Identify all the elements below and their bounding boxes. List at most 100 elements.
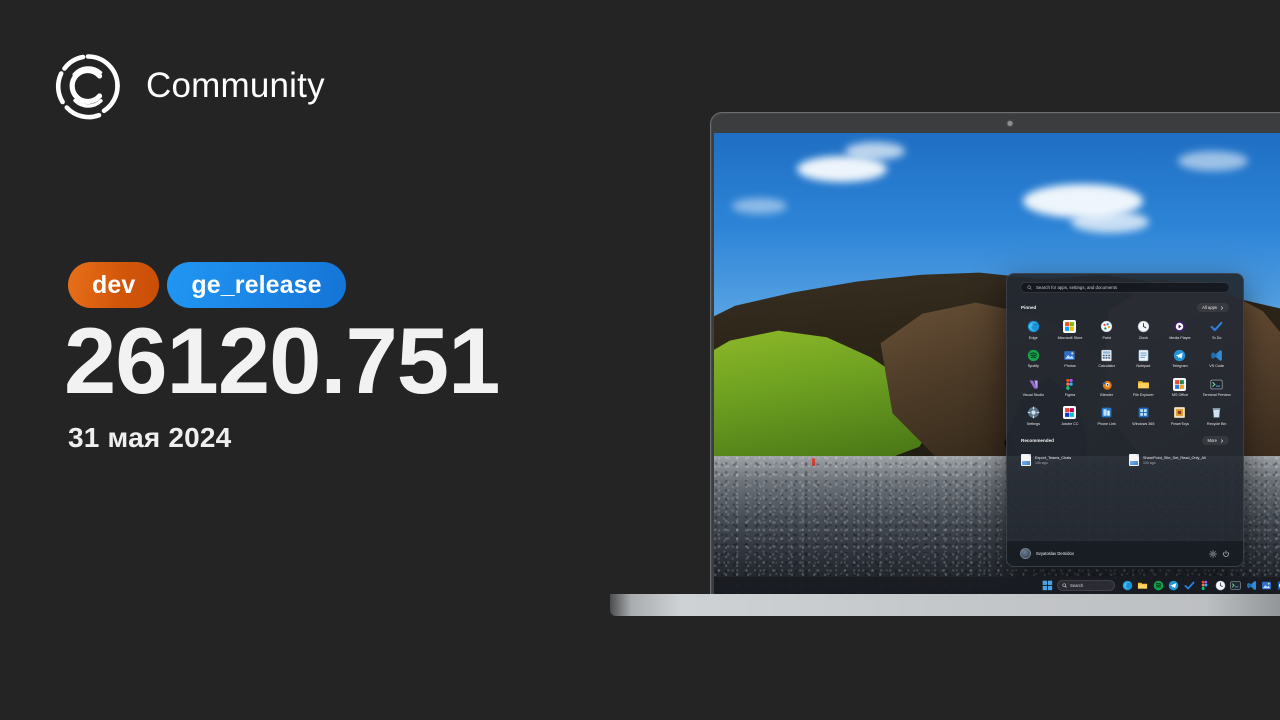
taskbar-outlook-icon[interactable] <box>1277 580 1280 591</box>
pinned-app-adobe-cc[interactable]: Adobe CC <box>1052 404 1089 428</box>
taskbar-to-do-icon[interactable] <box>1183 580 1195 591</box>
pinned-app-clock[interactable]: Clock <box>1125 318 1162 342</box>
pinned-app-calculator[interactable]: Calculator <box>1088 347 1125 371</box>
pinned-app-terminal-preview[interactable]: Terminal Preview <box>1198 376 1235 400</box>
recommended-item[interactable]: SharePoint_Site_Set_Read_Only_All 10h ago <box>1127 451 1231 469</box>
photos-icon <box>1063 349 1076 362</box>
webcam-dot-icon <box>1007 121 1013 126</box>
all-apps-button[interactable]: All apps <box>1197 303 1229 312</box>
pinned-app-label: Settings <box>1026 421 1040 426</box>
laptop-screen: Search for apps, settings, and documents… <box>714 133 1280 594</box>
wallpaper-cloud <box>731 197 787 214</box>
pinned-app-spotify[interactable]: Spotify <box>1015 347 1052 371</box>
pinned-app-file-explorer[interactable]: File Explorer <box>1125 376 1162 400</box>
to-do-icon <box>1210 320 1223 333</box>
user-avatar-icon[interactable] <box>1020 548 1031 559</box>
calculator-icon <box>1100 349 1113 362</box>
pinned-app-blender[interactable]: Blender <box>1088 376 1125 400</box>
pinned-app-label: Spotify <box>1027 364 1039 369</box>
vs-code-icon <box>1210 349 1223 362</box>
taskbar-clock-icon[interactable] <box>1215 580 1226 591</box>
taskbar-telegram-icon[interactable] <box>1168 580 1179 591</box>
figma-icon <box>1063 378 1076 391</box>
pinned-app-vs-code[interactable]: VS Code <box>1198 347 1235 371</box>
pinned-app-figma[interactable]: Figma <box>1052 376 1089 400</box>
taskbar-search-box[interactable]: Search <box>1057 580 1115 591</box>
pinned-app-notepad[interactable]: Notepad <box>1125 347 1162 371</box>
telegram-icon <box>1173 349 1186 362</box>
pinned-app-settings[interactable]: Settings <box>1015 404 1052 428</box>
pinned-app-photos[interactable]: Photos <box>1052 347 1089 371</box>
pinned-app-label: Visual Studio <box>1022 393 1045 397</box>
pinned-app-label: Media Player <box>1169 335 1191 340</box>
pinned-header: Pinned All apps <box>1007 293 1243 316</box>
power-icon[interactable] <box>1222 549 1230 558</box>
ms-office-icon <box>1173 377 1187 391</box>
pinned-app-label: Terminal Preview <box>1202 393 1231 397</box>
document-icon <box>1129 454 1139 466</box>
pinned-app-visual-studio[interactable]: Visual Studio <box>1015 376 1052 400</box>
pinned-app-windows-365[interactable]: Windows 365 <box>1125 404 1162 428</box>
pinned-app-label: Windows 365 <box>1132 421 1155 426</box>
recommended-item-name: SharePoint_Site_Set_Read_Only_All <box>1143 455 1206 460</box>
pinned-app-label: Notepad <box>1136 364 1151 369</box>
clock-icon <box>1137 320 1150 333</box>
recommended-item-time: 10h ago <box>1143 460 1156 465</box>
edge-icon <box>1027 320 1040 333</box>
badge-ge-release[interactable]: ge_release <box>167 262 346 308</box>
recommended-item-time: 14h ago <box>1035 460 1048 465</box>
user-name[interactable]: Svyatoslav Demidov <box>1036 551 1204 556</box>
pinned-app-phone-link[interactable]: Phone Link <box>1088 404 1125 428</box>
laptop-base <box>610 594 1280 616</box>
pinned-app-label: Adobe CC <box>1061 421 1079 426</box>
taskbar-figma-icon[interactable] <box>1199 580 1210 591</box>
laptop-lid: Search for apps, settings, and documents… <box>710 112 1280 594</box>
file-explorer-icon <box>1137 378 1150 391</box>
pinned-app-to-do[interactable]: To Do <box>1198 318 1235 342</box>
pinned-app-label: File Explorer <box>1132 393 1154 397</box>
community-c-logo-icon <box>52 50 124 122</box>
taskbar-search-label: Search <box>1070 583 1084 588</box>
taskbar-photos-icon[interactable] <box>1261 580 1272 591</box>
pinned-app-ms-office[interactable]: MS Office <box>1162 376 1199 400</box>
badge-dev[interactable]: dev <box>68 262 160 308</box>
chevron-right-icon <box>1220 305 1224 310</box>
start-menu-footer: Svyatoslav Demidov <box>1007 540 1243 566</box>
more-button[interactable]: More <box>1202 436 1229 445</box>
search-icon <box>1062 583 1067 588</box>
pinned-app-recycle-bin[interactable]: Recycle Bin <box>1198 404 1235 428</box>
pinned-app-label: MS Office <box>1171 393 1189 397</box>
pinned-app-telegram[interactable]: Telegram <box>1162 347 1199 371</box>
taskbar-spotify-icon[interactable] <box>1153 580 1164 591</box>
gear-icon[interactable] <box>1209 549 1217 558</box>
pinned-app-label: Paint <box>1102 335 1111 340</box>
recommended-item[interactable]: Export_Teams_Chats 14h ago <box>1019 451 1123 469</box>
recommended-title: Recommended <box>1021 438 1054 443</box>
notepad-icon <box>1137 349 1150 362</box>
pinned-app-label: Clock <box>1138 335 1148 340</box>
build-number: 26120.751 <box>64 308 500 413</box>
pinned-app-edge[interactable]: Edge <box>1015 318 1052 342</box>
windows-start-icon[interactable] <box>1042 580 1053 591</box>
all-apps-label: All apps <box>1202 305 1217 310</box>
taskbar-vs-code-icon[interactable] <box>1246 580 1257 591</box>
taskbar-file-explorer-icon[interactable] <box>1137 580 1148 591</box>
pinned-app-label: Microsoft Store <box>1057 335 1083 340</box>
taskbar[interactable]: Search <box>714 577 1280 594</box>
recommended-item-name: Export_Teams_Chats <box>1035 455 1072 460</box>
wallpaper-person <box>812 458 816 466</box>
pinned-app-microsoft-store[interactable]: Microsoft Store <box>1052 318 1089 342</box>
pinned-app-powertoys[interactable]: PowerToys <box>1162 404 1199 428</box>
start-menu-search-row: Search for apps, settings, and documents <box>1007 274 1243 293</box>
pinned-title: Pinned <box>1021 305 1037 310</box>
document-icon <box>1021 454 1031 466</box>
recycle-bin-icon <box>1210 406 1223 419</box>
start-search-input[interactable]: Search for apps, settings, and documents <box>1020 282 1230 293</box>
pinned-apps-grid: Edge Microsoft Store Paint Clock Media Playe… <box>1007 316 1243 428</box>
pinned-app-media-player[interactable]: Media Player <box>1162 318 1199 342</box>
taskbar-edge-icon[interactable] <box>1122 580 1133 591</box>
start-menu[interactable]: Search for apps, settings, and documents… <box>1006 273 1244 567</box>
taskbar-terminal-icon[interactable] <box>1230 580 1241 591</box>
pinned-app-paint[interactable]: Paint <box>1088 318 1125 342</box>
pinned-app-label: To Do <box>1211 335 1222 340</box>
